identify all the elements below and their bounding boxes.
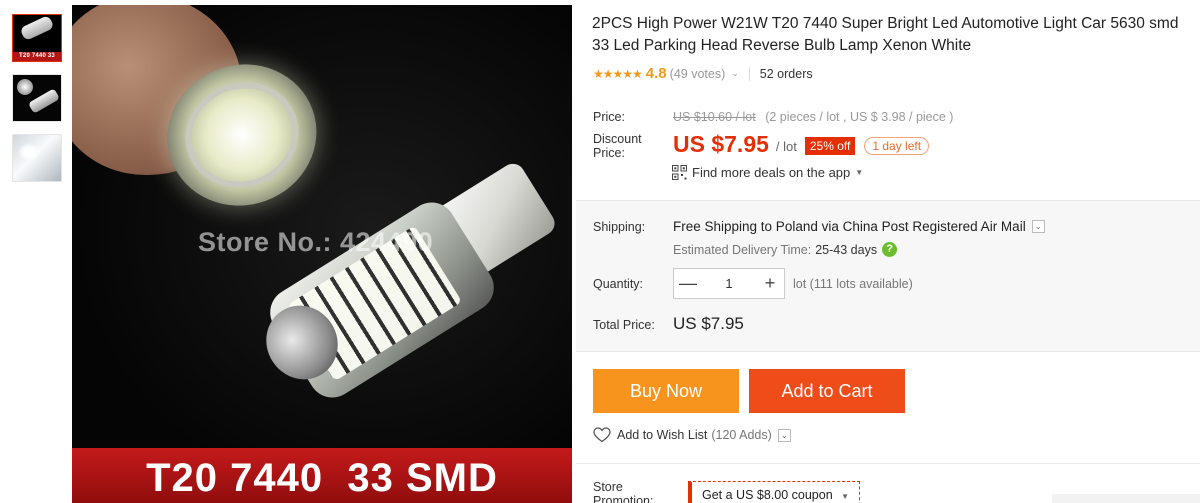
shipping-method-select[interactable]: Free Shipping to Poland via China Post R… — [673, 219, 1045, 234]
rating-row: ★★★★★ 4.8 (49 votes) ⌄ 52 orders — [593, 65, 813, 82]
store-watermark: Store No.: 424490 — [198, 227, 434, 257]
shipping-method-value: Free Shipping to Poland via China Post R… — [673, 219, 1026, 234]
help-icon[interactable]: ? — [882, 242, 898, 257]
main-product-image[interactable]: Store No.: 424490 T20 7440 33 SMD — [72, 5, 572, 503]
thumbnail-2[interactable] — [12, 74, 62, 122]
quantity-decrease-button[interactable]: — — [674, 269, 702, 298]
qr-code-icon — [672, 165, 687, 180]
total-price-label: Total Price: — [593, 318, 655, 332]
bulb-image — [17, 79, 33, 95]
star-rating-icon: ★★★★★ — [593, 66, 643, 81]
wish-list-count: (120 Adds) — [711, 428, 772, 442]
current-price: US $7.95 — [673, 131, 769, 157]
original-price-value: US $10.60 / lot — [673, 110, 756, 124]
thumbnail-list: T20 7440 33 SMD — [12, 14, 64, 194]
thumbnail-3[interactable] — [12, 134, 62, 182]
product-title: 2PCS High Power W21W T20 7440 Super Brig… — [592, 15, 1179, 54]
app-deals-link[interactable]: Find more deals on the app ▼ — [672, 165, 863, 180]
estimated-delivery-days: 25-43 days — [815, 242, 878, 257]
quantity-label: Quantity: — [593, 277, 644, 291]
add-to-cart-button[interactable]: Add to Cart — [749, 369, 905, 413]
chevron-down-icon[interactable]: ⌄ — [731, 68, 739, 79]
caret-down-icon: ▼ — [855, 168, 864, 177]
app-deals-label: Find more deals on the app — [692, 165, 851, 180]
votes-link[interactable]: (49 votes) — [670, 67, 726, 81]
divider — [748, 66, 750, 81]
orders-count: 52 orders — [759, 66, 813, 81]
product-info-panel: 2PCS High Power W21W T20 7440 Super Brig… — [576, 0, 1200, 503]
shipping-label: Shipping: — [593, 220, 646, 234]
thumbnail-1[interactable]: T20 7440 33 SMD — [12, 14, 62, 62]
buy-now-button[interactable]: Buy Now — [593, 369, 739, 413]
per-lot-label: / lot — [775, 139, 797, 154]
coupon-button[interactable]: Get a US $8.00 coupon ▼ — [688, 481, 860, 503]
add-to-wish-list-link[interactable]: Add to Wish List (120 Adds) ⌄ — [593, 427, 791, 443]
chevron-down-icon[interactable]: ⌄ — [1031, 220, 1045, 233]
discount-price-label: Discount Price: — [593, 132, 642, 160]
estimated-delivery: Estimated Delivery Time: 25-43 days ? — [673, 242, 898, 257]
original-price: US $10.60 / lot (2 pieces / lot , US $ 3… — [673, 110, 953, 124]
quantity-input[interactable] — [702, 276, 756, 291]
lots-available: lot (111 lots available) — [793, 277, 913, 291]
bulb-image — [19, 15, 55, 42]
discount-price-row: US $7.95 / lot 25% off 1 day left — [673, 131, 930, 158]
bulb-image — [28, 88, 60, 114]
quantity-stepper: — + — [673, 268, 785, 299]
divider — [576, 351, 1200, 352]
caret-down-icon: ▼ — [841, 492, 850, 501]
quantity-increase-button[interactable]: + — [756, 269, 784, 298]
price-per-piece: (2 pieces / lot , US $ 3.98 / piece ) — [765, 110, 954, 124]
total-price-value: US $7.95 — [673, 314, 744, 333]
chevron-down-icon[interactable]: ⌄ — [777, 428, 791, 442]
image-band-text: T20 7440 33 SMD — [72, 448, 572, 503]
price-label: Price: — [593, 110, 625, 124]
bulb-glow-image — [18, 143, 40, 161]
store-promotion-label: Store Promotion: — [593, 480, 654, 503]
thumbnail-band-text: T20 7440 33 SMD — [13, 52, 61, 61]
estimated-delivery-label: Estimated Delivery Time: — [673, 242, 812, 257]
rating-value: 4.8 — [645, 65, 667, 82]
heart-icon — [593, 427, 611, 443]
coupon-label: Get a US $8.00 coupon — [702, 488, 833, 502]
wish-list-label: Add to Wish List — [617, 428, 708, 442]
divider — [576, 463, 1200, 464]
promo-strip — [1052, 494, 1200, 503]
time-left-badge: 1 day left — [864, 137, 930, 155]
discount-badge: 25% off — [804, 137, 856, 155]
